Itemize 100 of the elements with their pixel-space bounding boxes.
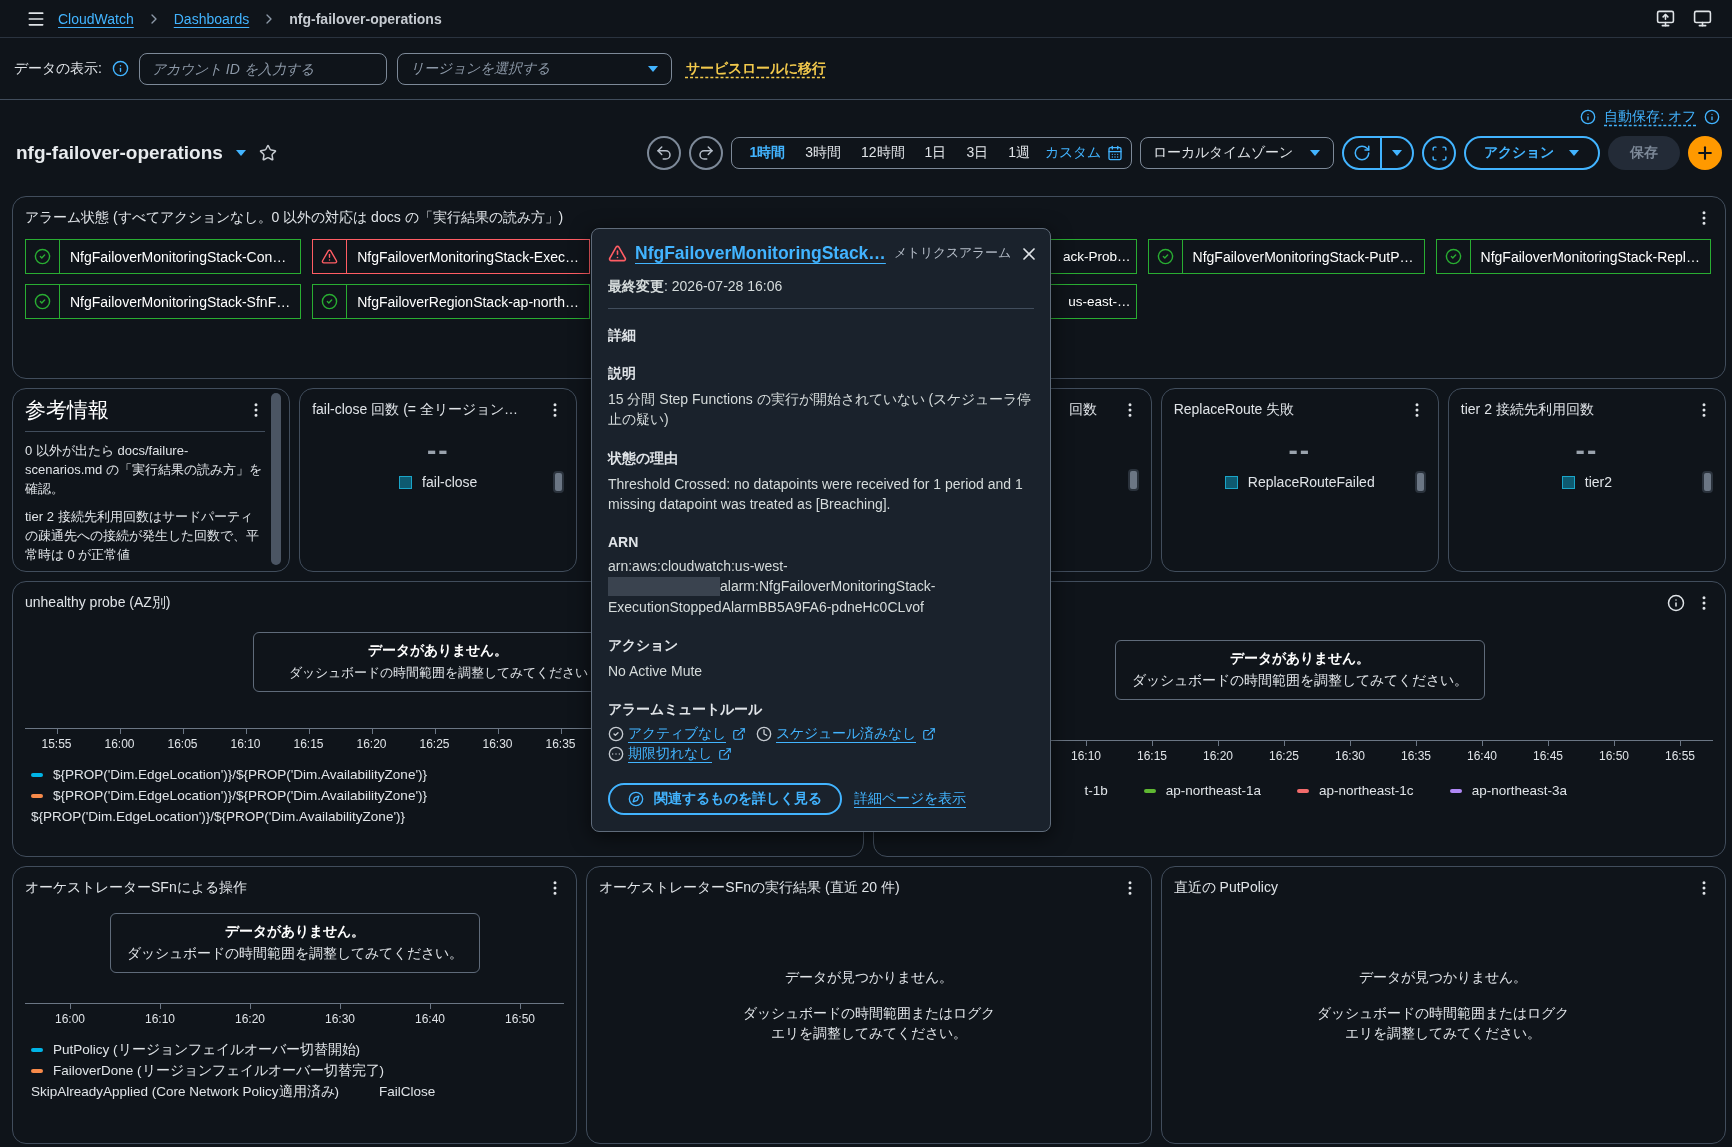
custom-range-button[interactable]: カスタム xyxy=(1041,138,1127,168)
axis-label: 16:55 xyxy=(1647,741,1713,763)
alarm-name[interactable]: NfgFailoverMonitoringStack-Repl… xyxy=(1470,240,1710,273)
axis-label: 16:10 xyxy=(1053,741,1119,763)
widget-text: 0 以外が出たら docs/failure-scenarios.md の「実行結果の読み方」を確認。 xyxy=(25,441,263,498)
legend-item: tier2 xyxy=(1561,474,1612,490)
field-value: Threshold Crossed: no datapoints were received for 1 period and 1 missing datapoint was treated as [Breaching]. xyxy=(608,474,1024,514)
region-select[interactable]: リージョンを選択する xyxy=(396,52,672,85)
breadcrumb-link[interactable]: CloudWatch xyxy=(58,10,134,27)
axis-label: 16:10 xyxy=(214,729,277,751)
alarm-chip[interactable]: NfgFailoverMonitoringStack-SfnF… xyxy=(25,284,302,319)
axis-label: 16:25 xyxy=(403,729,466,751)
time-range-option[interactable]: 3時間 xyxy=(796,138,851,168)
widget-title: オーケストレーターSFnによる操作 xyxy=(25,879,247,897)
no-data-title: データがありません。 xyxy=(368,642,509,660)
no-data-title: データがありません。 xyxy=(224,923,365,941)
alarm-chip[interactable]: NfgFailoverMonitoringStack-Con… xyxy=(25,239,302,274)
alarm-name[interactable]: us-east-… xyxy=(1063,285,1136,318)
widget-title: ReplaceRoute 失敗 xyxy=(1173,401,1295,419)
field-label: アラームミュートルール xyxy=(608,701,763,720)
metric-value: -- xyxy=(425,435,451,467)
mute-rule-link[interactable]: スケジュール済みなし xyxy=(776,725,936,744)
timezone-select[interactable]: ローカルタイムゾーン xyxy=(1140,137,1334,169)
alarm-name[interactable]: NfgFailoverMonitoringStack-Con… xyxy=(60,240,297,273)
mute-rule-link[interactable]: アクティブなし xyxy=(628,725,746,744)
field-value: arn:aws:cloudwatch:us-west- xyxy=(608,557,788,577)
widget-text: tier 2 接続先利用回数はサードパーティの疎通先への接続が発生した回数で、平常時は 0 が正常値 xyxy=(25,508,260,565)
widget-title: tier 2 接続先利用回数 xyxy=(1460,401,1594,419)
mute-rule-link[interactable]: 期限切れなし xyxy=(628,745,732,764)
actions-button[interactable]: アクション xyxy=(1464,136,1600,170)
legend-item: ap-northeast-3a xyxy=(1449,781,1567,800)
axis-label: 16:25 xyxy=(1251,741,1317,763)
axis-label: 16:15 xyxy=(1119,741,1185,763)
widget-title: fail-close 回数 (= 全リージョン… xyxy=(312,401,518,419)
metric-value: -- xyxy=(1574,435,1600,467)
alarm-chip[interactable]: NfgFailoverMonitoringStack-PutP… xyxy=(1147,239,1425,274)
dashboard-title: nfg-failover-operations xyxy=(16,142,223,164)
axis-label: 16:30 xyxy=(466,729,529,751)
alarm-chip[interactable]: NfgFailoverMonitoringStack-Repl… xyxy=(1435,239,1711,274)
field-label: ARN xyxy=(608,534,640,551)
axis-label: 15:55 xyxy=(25,729,88,751)
time-range-option[interactable]: 1時間 xyxy=(740,138,795,168)
alarm-name[interactable]: NfgFailoverMonitoringStack-Exec… xyxy=(347,240,589,273)
field-label: 説明 xyxy=(608,365,637,383)
no-data-title: データが見つかりません。 xyxy=(1359,968,1528,987)
alarm-name[interactable]: ack-Prob… xyxy=(1058,240,1136,273)
axis-label: 16:15 xyxy=(277,729,340,751)
alarm-name[interactable]: NfgFailoverMonitoringStack-PutP… xyxy=(1182,240,1424,273)
time-range-option[interactable]: 3日 xyxy=(957,138,998,168)
axis-label: 16:30 xyxy=(1317,741,1383,763)
field-value: alarm:NfgFailoverMonitoringStack- xyxy=(720,577,936,597)
account-id-field[interactable]: アカウント ID を入力する xyxy=(138,52,387,85)
no-data-message: ダッシュボードの時間範囲を調整してみてください。 xyxy=(126,945,463,963)
widget-title: オーケストレーターSFnの実行結果 (直近 20 件) xyxy=(599,879,900,897)
axis-label: 16:30 xyxy=(295,1004,385,1026)
no-data-title: データがありません。 xyxy=(1229,650,1370,668)
axis-label: 16:00 xyxy=(25,1004,115,1026)
no-data-title: データが見つかりません。 xyxy=(785,968,953,987)
last-modified: 最終変更: 2026-07-28 16:06 xyxy=(608,278,1034,309)
legend-item: ap-northeast-1a xyxy=(1143,781,1262,800)
breadcrumb-link[interactable]: Dashboards xyxy=(173,10,250,27)
axis-label: 16:50 xyxy=(475,1004,565,1026)
section-heading: 詳細 xyxy=(608,327,637,345)
axis-label: 16:20 xyxy=(205,1004,295,1026)
axis-label: 16:50 xyxy=(1581,741,1647,763)
legend-item: FailClose xyxy=(379,1083,436,1101)
widget-title: 直近の PutPolicy xyxy=(1173,879,1278,897)
time-range-option[interactable]: 12時間 xyxy=(852,138,914,168)
service-role-link[interactable]: サービスロールに移行 xyxy=(685,59,826,78)
no-data-message: ダッシュボードの時間範囲を調整してみてください。 xyxy=(1131,672,1468,690)
legend-item: ReplaceRouteFailed xyxy=(1224,474,1375,490)
widget-title: unhealthy probe (AZ別) xyxy=(25,594,171,612)
field-value: ExecutionStoppedAlarmBB5A9FA6-pdneHc0CLvof xyxy=(608,597,924,617)
details-link[interactable]: 詳細ページを表示 xyxy=(854,790,966,809)
alarm-name[interactable]: NfgFailoverRegionStack-ap-north… xyxy=(347,285,589,318)
alarm-type: メトリクスアラーム xyxy=(893,245,1011,262)
autosave-link[interactable]: 自動保存: オフ xyxy=(1604,108,1696,126)
legend-item: ${PROP('Dim.EdgeLocation')}/${PROP('Dim.AvailabilityZone')} xyxy=(31,808,406,826)
axis-label: 16:00 xyxy=(88,729,151,751)
axis-label: 16:20 xyxy=(1185,741,1251,763)
metric-value: -- xyxy=(1287,435,1313,467)
alarm-name[interactable]: NfgFailoverMonitoringStack-SfnF… xyxy=(60,285,301,318)
field-value: No Active Mute xyxy=(608,662,704,682)
legend-item: fail-close xyxy=(399,474,478,490)
axis-label: 16:45 xyxy=(1515,741,1581,763)
axis-label: 16:05 xyxy=(151,729,214,751)
alarm-chip[interactable]: NfgFailoverMonitoringStack-Exec… xyxy=(312,239,590,274)
time-range-option[interactable]: 1週 xyxy=(999,138,1039,168)
axis-label: 16:40 xyxy=(385,1004,475,1026)
field-label: 状態の理由 xyxy=(608,449,679,468)
axis-label: 16:20 xyxy=(340,729,403,751)
legend-item: PutPolicy (リージョンフェイルオーバー切替開始) xyxy=(31,1040,565,1059)
axis-label: 16:10 xyxy=(115,1004,205,1026)
alarm-title-link[interactable]: NfgFailoverMonitoringStack… xyxy=(635,243,886,264)
breadcrumb-current[interactable]: nfg-failover-operations xyxy=(289,10,442,27)
explore-button[interactable]: 関連するものを詳しく見る xyxy=(608,783,842,816)
time-range-option[interactable]: 1日 xyxy=(915,138,956,168)
no-data-message: ダッシュボードの時間範囲またはログクエリを調整してみてください。 xyxy=(1316,1003,1571,1043)
alarm-chip[interactable]: NfgFailoverRegionStack-ap-north… xyxy=(312,284,590,319)
widget-title: 参考情報 xyxy=(25,396,109,423)
